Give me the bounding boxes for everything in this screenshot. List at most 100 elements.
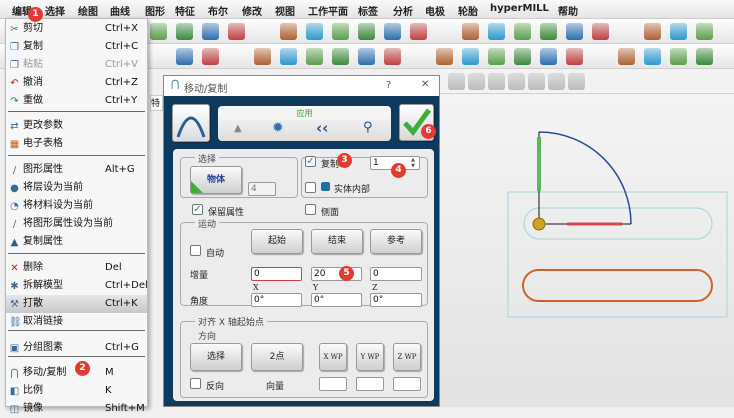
menu-7[interactable]: 修改: [242, 3, 262, 18]
toolbar-tool-icon[interactable]: [332, 23, 349, 40]
back-icon[interactable]: ‹‹: [316, 119, 328, 137]
mode-icon-button[interactable]: [172, 104, 210, 142]
select-direction-button[interactable]: 选择: [190, 343, 242, 371]
menu-item-change-params[interactable]: ⇄ 更改参数: [6, 117, 147, 135]
toolbar-tool-icon[interactable]: [528, 73, 545, 90]
menu-item-copy[interactable]: ❐ 复制 Ctrl+C: [6, 38, 147, 56]
toolbar-tool-icon[interactable]: [176, 48, 193, 65]
vector-x-field[interactable]: [319, 377, 347, 391]
toolbar-tool-icon[interactable]: [176, 23, 193, 40]
toolbar-tool-icon[interactable]: [410, 48, 427, 65]
menu-5[interactable]: 特征: [175, 3, 195, 18]
menu-9[interactable]: 工作平面: [308, 3, 348, 18]
toolbar-tool-icon[interactable]: [228, 48, 245, 65]
toolbar-tool-icon[interactable]: [202, 23, 219, 40]
toolbar-tool-icon[interactable]: [462, 23, 479, 40]
menu-6[interactable]: 布尔: [208, 3, 228, 18]
apply-button[interactable]: 应用: [221, 108, 388, 120]
increment-z-field[interactable]: 0: [370, 267, 422, 281]
gear-icon[interactable]: ✹: [272, 120, 284, 136]
increment-y-field[interactable]: 20: [311, 267, 362, 281]
toolbar-tool-icon[interactable]: [488, 48, 505, 65]
close-button[interactable]: ✕: [421, 79, 429, 90]
z-wp-button[interactable]: Z WP: [393, 343, 421, 371]
toolbar-tool-icon[interactable]: [254, 23, 271, 40]
toolbar-tool-icon[interactable]: [488, 73, 505, 90]
keep-attributes-checkbox[interactable]: ✓: [192, 204, 203, 215]
toolbar-tool-icon[interactable]: [540, 48, 557, 65]
warning-icon[interactable]: ▲: [234, 123, 242, 134]
y-wp-button[interactable]: Y WP: [356, 343, 384, 371]
toolbar-tool-icon[interactable]: [592, 23, 609, 40]
toolbar-tool-icon[interactable]: [448, 73, 465, 90]
toolbar-tool-icon[interactable]: [514, 48, 531, 65]
toolbar-tool-icon[interactable]: [548, 73, 565, 90]
toolbar-tool-icon[interactable]: [358, 48, 375, 65]
toolbar-tool-icon[interactable]: [644, 23, 661, 40]
auto-checkbox[interactable]: [190, 245, 201, 256]
menu-item-brush[interactable]: ▲ 复制属性: [6, 233, 147, 251]
menu-item-mirror[interactable]: ◫ 镜像 Shift+M: [6, 400, 147, 418]
menu-item-delete[interactable]: ✕ 删除 Del: [6, 259, 147, 277]
menu-item-explode[interactable]: ✱ 拆解模型 Ctrl+Del: [6, 277, 148, 295]
reference-button[interactable]: 参考: [370, 229, 422, 254]
magnifier-icon[interactable]: ⚲: [363, 120, 373, 135]
toolbar-tool-icon[interactable]: [436, 48, 453, 65]
menu-item-scissors[interactable]: ✂ 剪切 Ctrl+X: [6, 20, 147, 38]
toolbar-tool-icon[interactable]: [488, 23, 505, 40]
copy-checkbox[interactable]: ✓: [305, 156, 316, 167]
graphics-viewport[interactable]: [440, 95, 734, 407]
end-button[interactable]: 结束: [311, 229, 363, 254]
side-checkbox[interactable]: [305, 204, 316, 215]
toolbar-tool-icon[interactable]: [566, 23, 583, 40]
toolbar-tool-icon[interactable]: [228, 23, 245, 40]
toolbar-tool-icon[interactable]: [696, 48, 713, 65]
menu-item-spreadsheet[interactable]: ▦ 电子表格: [6, 135, 147, 153]
copy-count-spinner[interactable]: ▲ ▼: [408, 157, 418, 169]
menu-4[interactable]: 图形: [145, 3, 165, 18]
toolbar-tool-icon[interactable]: [592, 48, 609, 65]
help-button[interactable]: ?: [386, 80, 391, 91]
toolbar-tool-icon[interactable]: [384, 23, 401, 40]
menu-item-redo[interactable]: ↷ 重做 Ctrl+Y: [6, 92, 147, 110]
menu-15[interactable]: 帮助: [558, 3, 578, 18]
menu-item-attribute[interactable]: / 将图形属性设为当前: [6, 215, 147, 233]
menu-2[interactable]: 绘图: [78, 3, 98, 18]
vector-z-field[interactable]: [393, 377, 421, 391]
menu-14[interactable]: hyperMILL: [490, 3, 549, 14]
toolbar-tool-icon[interactable]: [540, 23, 557, 40]
angle-y-field[interactable]: 0°: [311, 293, 362, 307]
toolbar-tool-icon[interactable]: [202, 48, 219, 65]
side-tab[interactable]: 特: [150, 95, 163, 111]
toolbar-tool-icon[interactable]: [462, 48, 479, 65]
menu-item-paste[interactable]: ❐ 粘贴 Ctrl+V: [6, 56, 147, 74]
menu-item-unlink[interactable]: ⛓ 取消链接: [6, 313, 147, 331]
toolbar-tool-icon[interactable]: [670, 23, 687, 40]
menu-item-group[interactable]: ▣ 分组图素 Ctrl+G: [6, 339, 147, 357]
reverse-checkbox[interactable]: [190, 378, 201, 389]
toolbar-tool-icon[interactable]: [306, 23, 323, 40]
toolbar-tool-icon[interactable]: [618, 23, 635, 40]
toolbar-tool-icon[interactable]: [332, 48, 349, 65]
toolbar-tool-icon[interactable]: [280, 23, 297, 40]
menu-11[interactable]: 分析: [393, 3, 413, 18]
toolbar-tool-icon[interactable]: [514, 23, 531, 40]
angle-x-field[interactable]: 0°: [251, 293, 302, 307]
increment-x-field[interactable]: 0: [251, 267, 302, 281]
toolbar-tool-icon[interactable]: [468, 73, 485, 90]
toolbar-tool-icon[interactable]: [254, 48, 271, 65]
menu-12[interactable]: 电极: [425, 3, 445, 18]
menu-item-material[interactable]: ◔ 将材料设为当前: [6, 197, 147, 215]
toolbar-tool-icon[interactable]: [410, 23, 427, 40]
object-button[interactable]: 物体: [190, 166, 242, 194]
menu-item-layer[interactable]: ● 将层设为当前: [6, 179, 147, 197]
vector-y-field[interactable]: [356, 377, 384, 391]
toolbar-tool-icon[interactable]: [436, 23, 453, 40]
toolbar-tool-icon[interactable]: [618, 48, 635, 65]
menu-3[interactable]: 曲线: [110, 3, 130, 18]
menu-13[interactable]: 轮胎: [458, 3, 478, 18]
toolbar-tool-icon[interactable]: [280, 48, 297, 65]
x-wp-button[interactable]: X WP: [319, 343, 347, 371]
menu-1[interactable]: 选择: [45, 3, 65, 18]
menu-item-undo[interactable]: ↶ 撤消 Ctrl+Z: [6, 74, 147, 92]
